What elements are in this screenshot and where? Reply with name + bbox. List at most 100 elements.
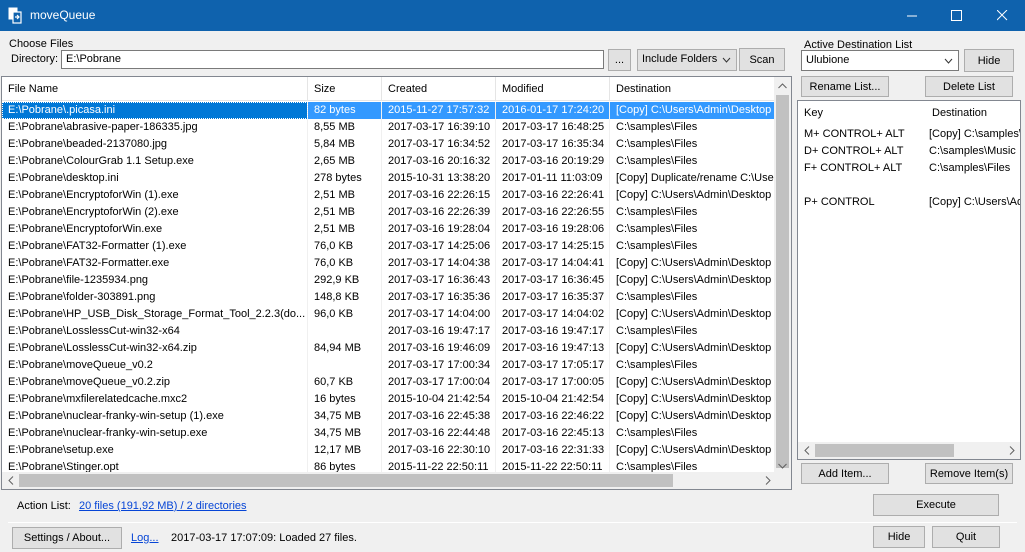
table-row[interactable]: E:\Pobrane\FAT32-Formatter.exe 76,0 KB 201… (2, 255, 776, 272)
header-created[interactable]: Created (382, 77, 496, 101)
cell-file-name: E:\Pobrane\EncryptoforWin (2).exe (2, 204, 308, 221)
table-row[interactable]: E:\Pobrane\moveQueue_v0.2 2017-03-17 17:0… (2, 357, 776, 374)
destination-list-select[interactable]: Ulubione (801, 50, 959, 71)
table-row[interactable]: E:\Pobrane\ColourGrab 1.1 Setup.exe 2,65 … (2, 153, 776, 170)
horizontal-scrollbar[interactable] (2, 472, 776, 489)
header-destination-path[interactable]: Destination (926, 101, 1020, 125)
shortcut-horizontal-scrollbar[interactable] (798, 442, 1020, 459)
shortcut-key: M+ CONTROL+ ALT (804, 128, 905, 140)
quit-button[interactable]: Quit (932, 526, 1000, 548)
cell-file-name: E:\Pobrane\moveQueue_v0.2.zip (2, 374, 308, 391)
cell-modified: 2017-03-16 20:19:29 (496, 153, 610, 170)
directory-input[interactable]: E:\Pobrane (61, 50, 604, 69)
table-row[interactable]: E:\Pobrane\HP_USB_Disk_Storage_Format_To… (2, 306, 776, 323)
table-row[interactable]: E:\Pobrane\mxfilerelatedcache.mxc2 16 byt… (2, 391, 776, 408)
table-row[interactable]: E:\Pobrane\desktop.ini 278 bytes 2015-10-3… (2, 170, 776, 187)
cell-size: 84,94 MB (308, 340, 382, 357)
table-row[interactable]: E:\Pobrane\moveQueue_v0.2.zip 60,7 KB 2017… (2, 374, 776, 391)
file-table[interactable]: File Name Size Created Modified Destinat… (1, 76, 792, 490)
cell-modified: 2017-03-17 17:05:17 (496, 357, 610, 374)
scroll-up-icon[interactable] (774, 77, 791, 94)
table-row[interactable]: E:\Pobrane\file-1235934.png 292,9 KB 2017-… (2, 272, 776, 289)
table-row[interactable]: E:\Pobrane\abrasive-paper-186335.jpg 8,55… (2, 119, 776, 136)
cell-size: 5,84 MB (308, 136, 382, 153)
hide-button[interactable]: Hide (873, 526, 925, 548)
shortcut-scroll-thumb[interactable] (815, 444, 954, 457)
cell-file-name: E:\Pobrane\file-1235934.png (2, 272, 308, 289)
cell-destination: C:\samples\Files (610, 153, 776, 170)
table-row[interactable]: E:\Pobrane\setup.exe 12,17 MB 2017-03-16 2… (2, 442, 776, 459)
table-row[interactable]: E:\Pobrane\FAT32-Formatter (1).exe 76,0 K… (2, 238, 776, 255)
hide-destination-button[interactable]: Hide (964, 49, 1014, 72)
cell-modified: 2017-01-11 11:03:09 (496, 170, 610, 187)
cell-modified: 2017-03-16 22:45:13 (496, 425, 610, 442)
cell-created: 2017-03-16 22:26:15 (382, 187, 496, 204)
table-row[interactable]: E:\Pobrane\LosslessCut-win32-x64.zip 84,9… (2, 340, 776, 357)
log-link[interactable]: Log... (131, 532, 159, 544)
action-list-label: Action List: (17, 500, 71, 512)
shortcut-table[interactable]: Key Destination M+ CONTROL+ ALT [Copy] C:… (797, 100, 1021, 460)
include-folders-select[interactable]: Include Folders (637, 49, 737, 71)
cell-created: 2017-03-16 22:44:48 (382, 425, 496, 442)
cell-size: 60,7 KB (308, 374, 382, 391)
cell-size: 2,51 MB (308, 187, 382, 204)
shortcut-row[interactable]: F+ CONTROL+ ALT C:\samples\Files (798, 160, 1020, 177)
close-button[interactable] (979, 0, 1025, 31)
chevron-down-icon (722, 57, 731, 63)
header-key[interactable]: Key (798, 101, 926, 125)
cell-created: 2017-03-16 19:47:17 (382, 323, 496, 340)
table-row[interactable]: E:\Pobrane\folder-303891.png 148,8 KB 2017… (2, 289, 776, 306)
cell-modified: 2017-03-16 22:46:22 (496, 408, 610, 425)
scroll-right-icon[interactable] (1003, 442, 1020, 459)
table-header: File Name Size Created Modified Destinat… (2, 77, 776, 101)
scroll-left-icon[interactable] (2, 472, 19, 489)
table-row[interactable]: E:\Pobrane\.picasa.ini 82 bytes 2015-11-27… (2, 102, 776, 119)
table-row[interactable]: E:\Pobrane\EncryptoforWin (1).exe 2,51 MB… (2, 187, 776, 204)
title-bar: moveQueue (0, 0, 1025, 31)
cell-destination: C:\samples\Files (610, 221, 776, 238)
header-size[interactable]: Size (308, 77, 382, 101)
horizontal-scroll-thumb[interactable] (19, 474, 673, 487)
shortcut-row[interactable] (798, 177, 1020, 194)
vertical-scroll-thumb[interactable] (776, 95, 789, 468)
table-row[interactable]: E:\Pobrane\beaded-2137080.jpg 5,84 MB 2017… (2, 136, 776, 153)
delete-list-button[interactable]: Delete List (925, 76, 1013, 97)
cell-size: 76,0 KB (308, 238, 382, 255)
cell-created: 2017-03-16 20:16:32 (382, 153, 496, 170)
cell-file-name: E:\Pobrane\folder-303891.png (2, 289, 308, 306)
shortcut-row[interactable]: P+ CONTROL [Copy] C:\Users\Ad (798, 194, 1020, 211)
header-file-name[interactable]: File Name (2, 77, 308, 101)
table-row[interactable]: E:\Pobrane\LosslessCut-win32-x64 2017-03-… (2, 323, 776, 340)
execute-button[interactable]: Execute (873, 494, 999, 516)
table-row[interactable]: E:\Pobrane\EncryptoforWin (2).exe 2,51 MB… (2, 204, 776, 221)
cell-destination: [Copy] C:\Users\Admin\Desktop (610, 255, 776, 272)
table-row[interactable]: E:\Pobrane\EncryptoforWin.exe 2,51 MB 2017… (2, 221, 776, 238)
cell-destination: C:\samples\Files (610, 136, 776, 153)
table-row[interactable]: E:\Pobrane\nuclear-franky-win-setup (1).… (2, 408, 776, 425)
cell-created: 2015-10-04 21:42:54 (382, 391, 496, 408)
header-modified[interactable]: Modified (496, 77, 610, 101)
cell-created: 2017-03-17 14:04:00 (382, 306, 496, 323)
scan-button[interactable]: Scan (739, 48, 785, 71)
shortcut-row[interactable]: M+ CONTROL+ ALT [Copy] C:\samples\ (798, 126, 1020, 143)
minimize-button[interactable] (889, 0, 935, 31)
settings-about-button[interactable]: Settings / About... (12, 527, 122, 549)
vertical-scrollbar[interactable] (774, 77, 791, 474)
cell-file-name: E:\Pobrane\beaded-2137080.jpg (2, 136, 308, 153)
cell-file-name: E:\Pobrane\nuclear-franky-win-setup (1).… (2, 408, 308, 425)
shortcut-row[interactable]: D+ CONTROL+ ALT C:\samples\Music (798, 143, 1020, 160)
cell-file-name: E:\Pobrane\FAT32-Formatter.exe (2, 255, 308, 272)
cell-destination: [Copy] C:\Users\Admin\Desktop (610, 187, 776, 204)
cell-file-name: E:\Pobrane\desktop.ini (2, 170, 308, 187)
add-item-button[interactable]: Add Item... (801, 463, 889, 484)
cell-created: 2017-03-16 22:26:39 (382, 204, 496, 221)
header-destination[interactable]: Destination (610, 77, 776, 101)
remove-items-button[interactable]: Remove Item(s) (925, 463, 1013, 484)
action-list-link[interactable]: 20 files (191,92 MB) / 2 directories (79, 500, 247, 512)
browse-button[interactable]: ... (608, 49, 631, 71)
maximize-button[interactable] (933, 0, 979, 31)
cell-destination: C:\samples\Files (610, 204, 776, 221)
rename-list-button[interactable]: Rename List... (801, 76, 889, 97)
table-row[interactable]: E:\Pobrane\nuclear-franky-win-setup.exe 3… (2, 425, 776, 442)
scroll-left-icon[interactable] (798, 442, 815, 459)
